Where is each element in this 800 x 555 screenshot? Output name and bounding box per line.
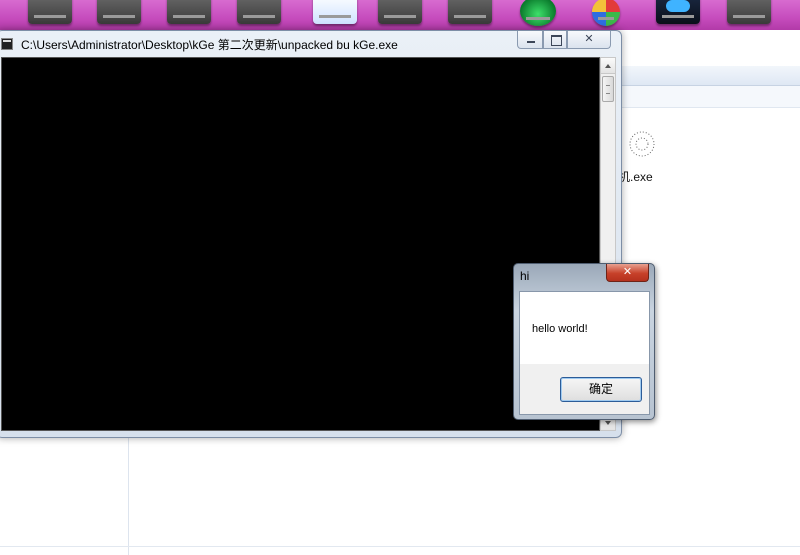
dialog-title: hi: [520, 269, 530, 283]
taskbar-program-icon[interactable]: [167, 0, 211, 24]
taskbar-program-icon[interactable]: [727, 0, 771, 24]
message-box-dialog[interactable]: hi hello world! 确定: [513, 263, 655, 420]
taskbar-program-icon[interactable]: [237, 0, 281, 24]
minimize-button[interactable]: [517, 31, 543, 49]
dialog-close-button[interactable]: [606, 264, 649, 282]
taskbar-document-icon[interactable]: [313, 0, 357, 24]
taskbar: [0, 0, 800, 30]
ok-button[interactable]: 确定: [560, 377, 642, 402]
scrollbar-thumb[interactable]: [602, 76, 614, 102]
taskbar-media-app-icon[interactable]: [656, 0, 700, 24]
dialog-content: hello world! 确定: [519, 291, 650, 415]
taskbar-program-icon[interactable]: [448, 0, 492, 24]
status-bar-divider: [0, 546, 800, 547]
console-app-icon[interactable]: [1, 38, 13, 50]
explorer-toolbar: [622, 66, 800, 86]
taskbar-program-icon[interactable]: [378, 0, 422, 24]
scroll-up-arrow-icon[interactable]: [601, 58, 615, 74]
console-title: C:\Users\Administrator\Desktop\kGe 第二次更新…: [21, 38, 398, 52]
file-name-label[interactable]: 机.exe: [618, 168, 653, 185]
console-titlebar[interactable]: C:\Users\Administrator\Desktop\kGe 第二次更新…: [0, 31, 621, 57]
exe-file-icon[interactable]: [622, 122, 658, 166]
taskbar-program-icon[interactable]: [97, 0, 141, 24]
taskbar-program-icon[interactable]: [28, 0, 72, 24]
dialog-button-area: 确定: [520, 364, 649, 414]
maximize-button[interactable]: [543, 31, 567, 49]
console-output-area[interactable]: [1, 57, 600, 431]
dialog-message: hello world!: [532, 323, 588, 335]
navigation-pane-divider: [128, 438, 129, 555]
taskbar-colorful-app-icon[interactable]: [592, 0, 620, 26]
console-close-button[interactable]: [567, 31, 611, 49]
explorer-column-header: [622, 86, 800, 108]
taskbar-green-app-icon[interactable]: [520, 0, 556, 26]
